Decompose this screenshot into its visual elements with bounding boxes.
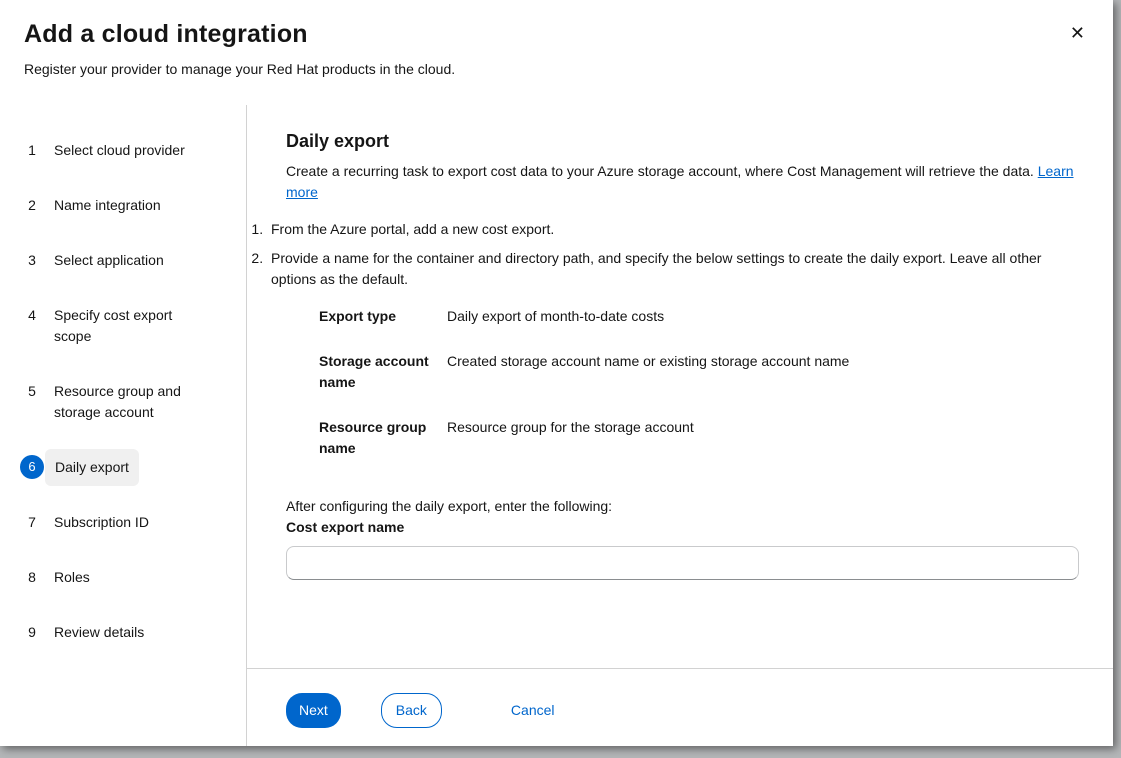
step-number: 2 bbox=[20, 195, 44, 216]
wizard-body: 1 Select cloud provider 2 Name integration 3… bbox=[0, 105, 1113, 746]
wizard-step-resource-group-and-storage-account[interactable]: 5 Resource group and storage account bbox=[0, 364, 246, 440]
cancel-button[interactable]: Cancel bbox=[506, 693, 560, 728]
step-number: 5 bbox=[20, 381, 44, 402]
step-number: 9 bbox=[20, 622, 44, 643]
step-label: Roles bbox=[54, 567, 90, 588]
wizard-step-select-application[interactable]: 3 Select application bbox=[0, 233, 246, 288]
wizard-step-daily-export[interactable]: 6Daily export bbox=[0, 440, 246, 495]
instruction-item: From the Azure portal, add a new cost ex… bbox=[267, 219, 1079, 240]
step-number: 8 bbox=[20, 567, 44, 588]
intro-text: Create a recurring task to export cost d… bbox=[286, 163, 1034, 179]
settings-term: Export type bbox=[319, 306, 447, 327]
settings-term: Storage account name bbox=[319, 351, 447, 393]
settings-description: Daily export of month-to-date costs bbox=[447, 306, 1079, 327]
wizard-step-roles[interactable]: 8 Roles bbox=[0, 550, 246, 605]
back-button[interactable]: Back bbox=[381, 693, 442, 728]
step-number: 7 bbox=[20, 512, 44, 533]
step-content: Daily export Create a recurring task to … bbox=[247, 105, 1113, 668]
settings-description: Resource group for the storage account bbox=[447, 417, 1079, 459]
step-label: Review details bbox=[54, 622, 144, 643]
intro-paragraph: Create a recurring task to export cost d… bbox=[286, 161, 1079, 203]
wizard-footer: Next Back Cancel bbox=[247, 668, 1113, 746]
wizard-header: Add a cloud integration Register your pr… bbox=[0, 0, 1113, 105]
step-number: 3 bbox=[20, 250, 44, 271]
wizard-step-subscription-id[interactable]: 7 Subscription ID bbox=[0, 495, 246, 550]
cost-export-name-input[interactable] bbox=[286, 546, 1079, 580]
cost-export-name-label: Cost export name bbox=[286, 517, 1079, 538]
wizard-step-select-cloud-provider[interactable]: 1 Select cloud provider bbox=[0, 123, 246, 178]
next-button[interactable]: Next bbox=[286, 693, 341, 728]
wizard-step-name-integration[interactable]: 2 Name integration bbox=[0, 178, 246, 233]
step-label: Select application bbox=[54, 250, 164, 271]
settings-description: Created storage account name or existing… bbox=[447, 351, 1079, 393]
wizard-main: Daily export Create a recurring task to … bbox=[247, 105, 1113, 746]
step-label: Subscription ID bbox=[54, 512, 149, 533]
modal-title: Add a cloud integration bbox=[24, 20, 1089, 49]
step-heading: Daily export bbox=[286, 131, 1079, 152]
settings-table: Export typeDaily export of month-to-date… bbox=[319, 306, 1079, 459]
step-number: 4 bbox=[20, 305, 44, 326]
after-configuring-text: After configuring the daily export, ente… bbox=[286, 496, 1079, 517]
modal-subtitle: Register your provider to manage your Re… bbox=[24, 61, 1089, 77]
wizard-step-review-details[interactable]: 9 Review details bbox=[0, 605, 246, 660]
cost-export-name-group: Cost export name bbox=[286, 517, 1079, 580]
step-label: Daily export bbox=[45, 449, 139, 486]
step-number: 1 bbox=[20, 140, 44, 161]
step-number: 6 bbox=[20, 455, 44, 479]
instruction-item: Provide a name for the container and dir… bbox=[267, 248, 1079, 290]
step-label: Select cloud provider bbox=[54, 140, 185, 161]
close-icon[interactable]: ✕ bbox=[1064, 18, 1091, 48]
step-label: Specify cost export scope bbox=[54, 305, 202, 347]
step-label: Resource group and storage account bbox=[54, 381, 202, 423]
settings-term: Resource group name bbox=[319, 417, 447, 459]
wizard-step-specify-cost-export-scope[interactable]: 4 Specify cost export scope bbox=[0, 288, 246, 364]
wizard-nav: 1 Select cloud provider 2 Name integration 3… bbox=[0, 105, 247, 746]
step-label: Name integration bbox=[54, 195, 161, 216]
add-cloud-integration-modal: Add a cloud integration Register your pr… bbox=[0, 0, 1113, 746]
instructions-list: From the Azure portal, add a new cost ex… bbox=[251, 219, 1079, 290]
